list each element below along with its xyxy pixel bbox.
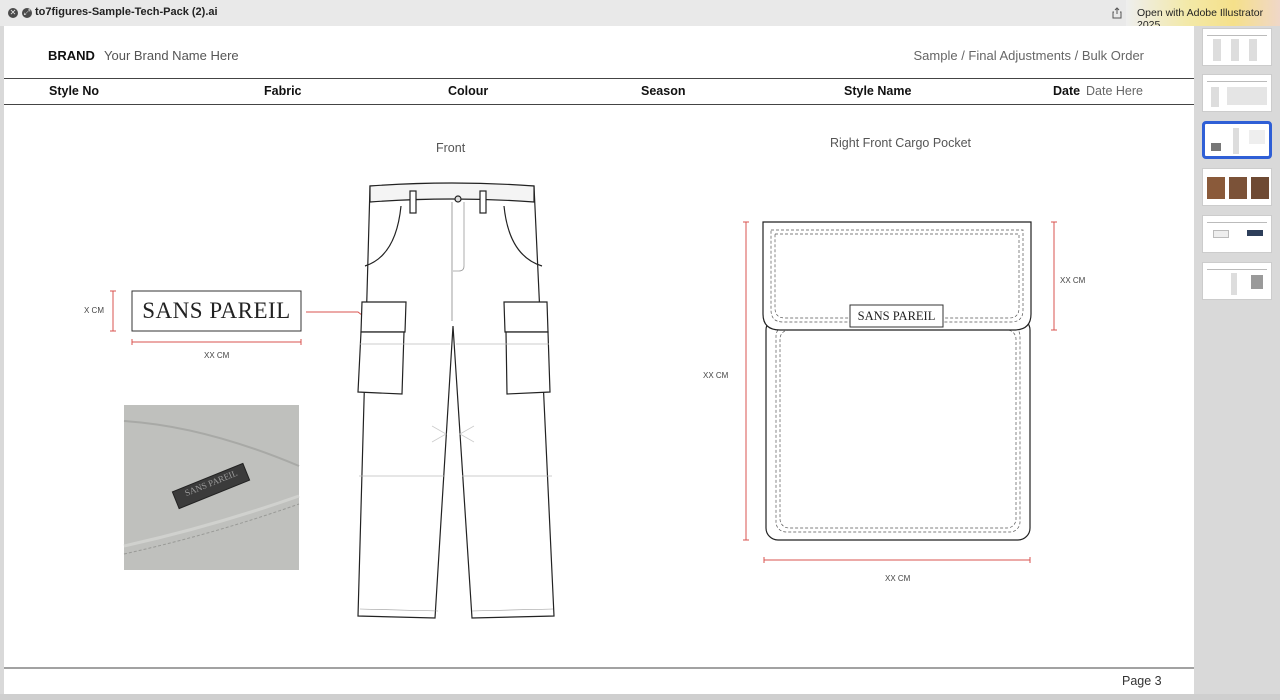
- window-bottom-strip: [0, 694, 1280, 700]
- flap-height-dimension: [1051, 221, 1057, 331]
- pocket-height-text: XX CM: [703, 371, 729, 380]
- fullscreen-icon[interactable]: ⤢: [22, 8, 32, 18]
- drawing-canvas: [4, 182, 1194, 669]
- label-height-dimension: [110, 290, 116, 332]
- thumbnail-page-3[interactable]: [1202, 121, 1272, 159]
- cargo-pocket-sketch: [762, 221, 1032, 541]
- open-with-illustrator-button[interactable]: Open with Adobe Illustrator 2025: [1126, 0, 1280, 31]
- thumbnail-page-4[interactable]: [1202, 168, 1272, 206]
- tech-pack-page: BRAND Your Brand Name Here Sample / Fina…: [4, 26, 1194, 694]
- pocket-width-dimension: [763, 557, 1031, 563]
- thumbnail-page-2[interactable]: [1202, 74, 1272, 112]
- pocket-width-text: XX CM: [885, 574, 911, 583]
- thumbnail-page-1[interactable]: [1202, 28, 1272, 66]
- pocket-caption: Right Front Cargo Pocket: [830, 136, 972, 150]
- label-height-text: X CM: [84, 306, 104, 315]
- thumbnail-page-5[interactable]: [1202, 215, 1272, 253]
- flap-height-text: XX CM: [1060, 276, 1086, 285]
- share-icon[interactable]: [1112, 7, 1122, 19]
- label-width-dimension: [131, 339, 302, 345]
- label-brand-text: SANS PAREIL: [142, 298, 291, 323]
- thumbnail-page-6[interactable]: [1202, 262, 1272, 300]
- pocket-height-dimension: [743, 221, 749, 541]
- label-width-text: XX CM: [204, 351, 230, 360]
- page-number: Page 3: [1122, 674, 1162, 688]
- pocket-label-text: SANS PAREIL: [857, 309, 936, 323]
- page-thumbnails-sidebar: [1196, 26, 1280, 700]
- window-titlebar: ✕ ⤢ to7figures-Sample-Tech-Pack (2).ai O…: [0, 0, 1280, 31]
- window-title: to7figures-Sample-Tech-Pack (2).ai: [35, 6, 218, 18]
- pants-front-sketch: [357, 182, 555, 619]
- close-icon[interactable]: ✕: [8, 8, 18, 18]
